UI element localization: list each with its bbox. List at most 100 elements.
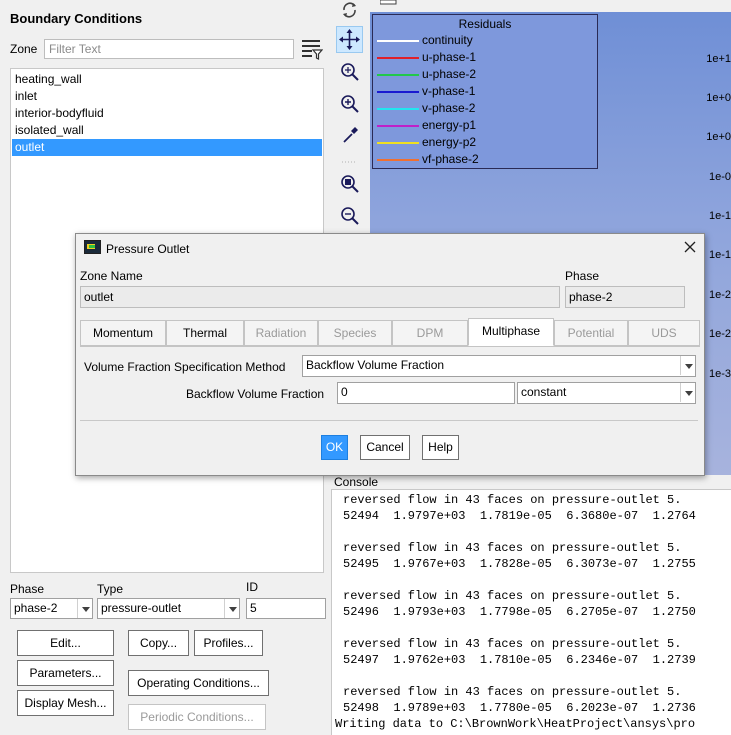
console-line: 52496 1.9793e+03 1.7798e-05 6.2705e-07 1… xyxy=(343,605,696,619)
ok-button[interactable]: OK xyxy=(321,435,348,460)
legend-swatch xyxy=(377,40,419,42)
tab-momentum[interactable]: Momentum xyxy=(80,320,166,346)
y-tick-label: 1e+1 xyxy=(706,53,731,65)
residuals-legend: Residuals continuity u-phase-1 u-phase-2 v-… xyxy=(372,14,598,169)
pan-icon[interactable] xyxy=(336,26,363,53)
dialog-phase-label: Phase xyxy=(565,269,600,283)
vf-method-label: Volume Fraction Specification Method xyxy=(84,360,286,374)
legend-entry: continuity xyxy=(373,33,597,50)
console-line: 52495 1.9767e+03 1.7828e-05 6.3073e-07 1… xyxy=(343,557,696,571)
legend-swatch xyxy=(377,108,419,110)
console-line: reversed flow in 43 faces on pressure-ou… xyxy=(343,685,682,699)
id-label: ID xyxy=(246,580,258,594)
dialog-separator xyxy=(80,420,698,421)
console-line: Writing data to C:\BrownWork\HeatProject… xyxy=(335,717,696,731)
vf-method-value: Backflow Volume Fraction xyxy=(306,358,445,372)
console-line: 52498 1.9789e+03 1.7780e-05 6.2023e-07 1… xyxy=(343,701,696,715)
legend-entry: energy-p2 xyxy=(373,135,597,152)
copy-button[interactable]: Copy... xyxy=(128,630,189,656)
type-label: Type xyxy=(97,582,124,596)
backflow-vf-input[interactable]: 0 xyxy=(337,382,515,404)
backflow-vf-label: Backflow Volume Fraction xyxy=(186,387,325,401)
legend-label: v-phase-1 xyxy=(422,84,476,98)
console-line: reversed flow in 43 faces on pressure-ou… xyxy=(343,589,682,603)
type-dropdown[interactable]: pressure-outlet xyxy=(97,598,240,619)
display-mesh-button[interactable]: Display Mesh... xyxy=(17,690,114,716)
tab-thermal[interactable]: Thermal xyxy=(166,320,244,346)
close-icon[interactable] xyxy=(682,239,698,255)
vf-method-dropdown[interactable]: Backflow Volume Fraction xyxy=(302,355,696,377)
phase-dropdown[interactable]: phase-2 xyxy=(10,598,93,619)
tab-multiphase[interactable]: Multiphase xyxy=(468,318,554,346)
phase-dropdown-value: phase-2 xyxy=(14,601,58,615)
dialog-phase-field: phase-2 xyxy=(565,286,685,308)
console-line: reversed flow in 43 faces on pressure-ou… xyxy=(343,493,682,507)
legend-label: v-phase-2 xyxy=(422,101,476,115)
y-tick-label: 1e+0 xyxy=(706,131,731,143)
legend-entry: vf-phase-2 xyxy=(373,152,597,169)
zone-filter-input[interactable] xyxy=(44,39,294,59)
legend-entry: v-phase-2 xyxy=(373,101,597,118)
legend-entry: u-phase-2 xyxy=(373,67,597,84)
zone-name-label: Zone Name xyxy=(80,269,143,283)
periodic-conditions-button: Periodic Conditions... xyxy=(128,704,266,730)
console-label: Console xyxy=(334,475,379,489)
chevron-down-icon[interactable] xyxy=(77,599,92,618)
profiles-button[interactable]: Profiles... xyxy=(194,630,263,656)
rotate-icon[interactable] xyxy=(336,0,363,27)
probe-icon[interactable] xyxy=(336,122,363,149)
zone-item[interactable]: interior-bodyfluid xyxy=(12,105,322,122)
legend-swatch xyxy=(377,159,419,161)
chevron-down-icon[interactable] xyxy=(680,383,695,402)
type-dropdown-value: pressure-outlet xyxy=(101,601,182,615)
parameters-button[interactable]: Parameters... xyxy=(17,660,114,686)
cancel-button[interactable]: Cancel xyxy=(360,435,410,460)
chevron-down-icon[interactable] xyxy=(680,356,695,375)
zone-item-selected[interactable]: outlet xyxy=(12,139,322,156)
phase-label: Phase xyxy=(10,582,45,596)
chevron-down-icon[interactable] xyxy=(224,599,239,618)
legend-label: energy-p1 xyxy=(422,118,477,132)
legend-entry: energy-p1 xyxy=(373,118,597,135)
help-button[interactable]: Help xyxy=(422,435,459,460)
zone-item[interactable]: isolated_wall xyxy=(12,122,322,139)
y-tick-label: 1e+0 xyxy=(706,92,731,104)
console-line: 52494 1.9797e+03 1.7819e-05 6.3680e-07 1… xyxy=(343,509,696,523)
y-tick-label: 1e-1 xyxy=(708,210,731,222)
id-value: 5 xyxy=(250,601,257,615)
legend-label: continuity xyxy=(422,33,473,47)
legend-label: u-phase-1 xyxy=(422,50,477,64)
edit-button[interactable]: Edit... xyxy=(17,630,114,656)
zone-item[interactable]: inlet xyxy=(12,88,322,105)
zoom-in-icon[interactable] xyxy=(336,90,363,117)
y-tick-label: 1e-2 xyxy=(708,328,731,340)
legend-swatch xyxy=(377,91,419,93)
pressure-outlet-dialog: Pressure Outlet Zone Name outlet Phase p… xyxy=(75,233,705,476)
legend-swatch xyxy=(377,57,419,59)
id-field[interactable]: 5 xyxy=(246,598,326,619)
fit-to-window-icon[interactable] xyxy=(336,170,363,197)
y-tick-label: 1e-3 xyxy=(708,368,731,380)
backflow-profile-value: constant xyxy=(521,385,567,399)
console-output[interactable]: reversed flow in 43 faces on pressure-ou… xyxy=(331,489,731,735)
operating-conditions-button[interactable]: Operating Conditions... xyxy=(128,670,269,696)
zone-name-field[interactable]: outlet xyxy=(80,286,560,308)
zoom-out-icon[interactable] xyxy=(336,202,363,229)
panel-title: Boundary Conditions xyxy=(10,11,143,26)
zone-label: Zone xyxy=(10,42,38,56)
legend-label: u-phase-2 xyxy=(422,67,477,81)
zoom-in-out-icon[interactable] xyxy=(336,58,363,85)
tab-uds: UDS xyxy=(628,320,700,346)
dialog-title: Pressure Outlet xyxy=(106,242,190,256)
zone-item[interactable]: heating_wall xyxy=(12,71,322,88)
legend-title: Residuals xyxy=(458,17,512,31)
filter-options-icon[interactable] xyxy=(301,38,324,60)
tab-panel-border xyxy=(80,346,700,347)
y-tick-label: 1e-2 xyxy=(708,289,731,301)
graphics-tab-strip xyxy=(370,0,731,12)
backflow-profile-dropdown[interactable]: constant xyxy=(517,382,696,404)
tab-species: Species xyxy=(318,320,392,346)
legend-swatch xyxy=(377,74,419,76)
legend-swatch xyxy=(377,142,419,144)
tab-dpm: DPM xyxy=(392,320,468,346)
